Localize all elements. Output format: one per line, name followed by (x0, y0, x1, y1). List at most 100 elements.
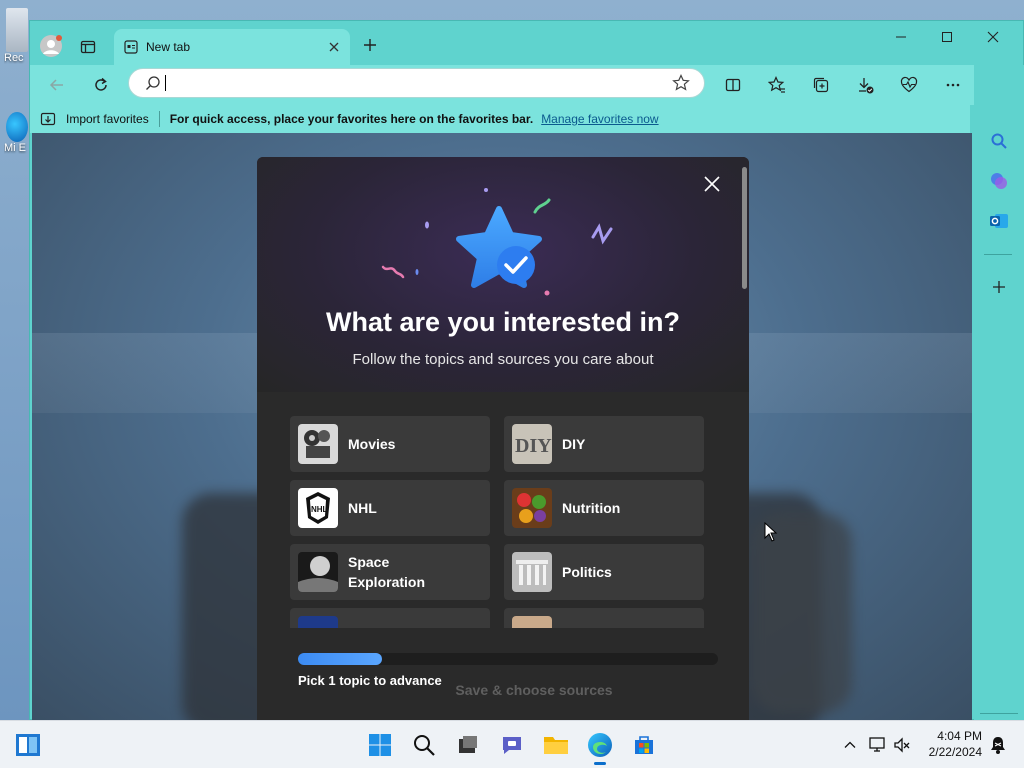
dialog-scrollbar[interactable] (742, 167, 747, 289)
topic-partial[interactable] (290, 608, 490, 628)
topic-thumbnail (512, 616, 552, 628)
topic-label: Space Exploration (348, 554, 426, 590)
pick-topic-hint: Pick 1 topic to advance (298, 673, 442, 688)
save-choose-sources-button[interactable]: Save & choose sources (449, 675, 619, 705)
profile-button[interactable] (38, 33, 64, 59)
settings-more-button[interactable] (940, 72, 966, 98)
maximize-button[interactable] (924, 21, 970, 53)
more-dots-icon (946, 83, 960, 87)
downloads-button[interactable] (852, 72, 878, 98)
favorites-star-list-icon (768, 76, 785, 93)
new-tab-page: What are you interested in? Follow the t… (32, 133, 972, 721)
back-button[interactable] (44, 72, 70, 98)
taskbar: 4:04 PM 2/22/2024 (0, 720, 1024, 768)
split-screen-button[interactable] (720, 72, 746, 98)
address-bar[interactable] (128, 68, 705, 98)
tab-new-tab[interactable]: New tab (114, 29, 350, 65)
copilot-sparkle-icon (991, 173, 1007, 189)
topic-nhl[interactable]: NHL NHL (290, 480, 490, 536)
topic-thumbnail (298, 616, 338, 628)
profile-avatar-icon (40, 35, 62, 57)
progress-fill (298, 653, 382, 665)
import-icon (40, 112, 56, 126)
interests-dialog: What are you interested in? Follow the t… (257, 157, 749, 721)
topic-diy[interactable]: DIY DIY (504, 416, 704, 472)
sidebar-outlook-button[interactable] (987, 209, 1011, 233)
minimize-icon (896, 36, 906, 38)
notifications-button[interactable] (984, 731, 1012, 759)
recycle-bin-icon (6, 8, 28, 52)
teams-chat-button[interactable] (498, 731, 526, 759)
refresh-button[interactable] (88, 72, 114, 98)
start-button[interactable] (366, 731, 394, 759)
svg-text:DIY: DIY (515, 435, 552, 457)
browser-window: New tab Import favorites For quick acces… (29, 20, 1024, 721)
topic-politics[interactable]: Politics (504, 544, 704, 600)
desktop-icon-label: Mi E (4, 142, 26, 154)
topic-label: Politics (562, 564, 612, 580)
clock-time: 4:04 PM (937, 729, 982, 743)
store-button[interactable] (630, 731, 658, 759)
edge-taskbar-button[interactable] (586, 731, 614, 765)
topic-space-exploration[interactable]: Space Exploration (290, 544, 490, 600)
tab-actions-icon (80, 40, 96, 54)
selection-progress-bar (298, 653, 718, 665)
taskbar-search-button[interactable] (410, 731, 438, 759)
nutrition-thumbnail (512, 488, 552, 528)
heart-pulse-icon (900, 76, 918, 93)
close-window-button[interactable] (970, 21, 1016, 53)
navigation-toolbar (30, 65, 1023, 105)
topic-nutrition[interactable]: Nutrition (504, 480, 704, 536)
windows-start-icon (369, 734, 391, 756)
tab-actions-button[interactable] (76, 35, 100, 59)
topic-partial[interactable] (504, 608, 704, 628)
system-clock[interactable]: 4:04 PM 2/22/2024 (929, 728, 982, 760)
nhl-thumbnail: NHL (298, 488, 338, 528)
import-favorites-button[interactable]: Import favorites (40, 111, 149, 127)
network-icon (869, 737, 885, 752)
topic-label: NHL (348, 500, 377, 516)
politics-thumbnail (512, 552, 552, 592)
browser-essentials-button[interactable] (896, 72, 922, 98)
desktop-icon-edge[interactable]: Mi E (4, 112, 30, 154)
widgets-button[interactable] (14, 731, 42, 759)
sidebar-copilot-button[interactable] (987, 169, 1011, 193)
sidebar-search-button[interactable] (987, 129, 1011, 153)
favbar-divider (158, 111, 160, 127)
folder-icon (544, 737, 568, 754)
close-dialog-button[interactable] (699, 171, 725, 197)
refresh-icon (95, 77, 107, 91)
text-caret (165, 75, 166, 91)
minimize-button[interactable] (878, 21, 924, 53)
favorites-button[interactable] (764, 72, 790, 98)
edge-sidebar (974, 65, 1024, 720)
address-input[interactable] (176, 75, 672, 91)
microsoft-store-icon (635, 736, 653, 754)
desktop-icon-label: Rec (4, 52, 24, 64)
sidebar-add-button[interactable] (987, 275, 1011, 299)
search-icon (991, 133, 1007, 149)
file-explorer-button[interactable] (542, 731, 570, 759)
new-tab-button[interactable] (360, 35, 380, 55)
topic-label: DIY (562, 436, 586, 452)
search-icon (146, 76, 160, 90)
topic-movies[interactable]: Movies (290, 416, 490, 472)
volume-button[interactable] (888, 731, 916, 759)
collections-button[interactable] (808, 72, 834, 98)
mouse-cursor-icon (764, 522, 778, 542)
task-view-button[interactable] (454, 731, 482, 759)
notification-bell-icon (991, 737, 1005, 754)
space-thumbnail (298, 552, 338, 592)
plus-icon (364, 39, 376, 51)
close-tab-icon[interactable] (328, 41, 340, 53)
widgets-icon (16, 734, 40, 756)
show-hidden-icons-button[interactable] (836, 731, 864, 759)
dialog-header: What are you interested in? Follow the t… (257, 157, 749, 392)
manage-favorites-link[interactable]: Manage favorites now (541, 112, 658, 126)
desktop-icon-recycle-bin[interactable]: Rec (4, 8, 30, 64)
star-favorite-icon[interactable] (672, 74, 690, 92)
edge-icon (588, 733, 612, 757)
close-icon (987, 31, 999, 43)
outlook-icon (990, 214, 1008, 228)
topic-label: Nutrition (562, 500, 621, 516)
